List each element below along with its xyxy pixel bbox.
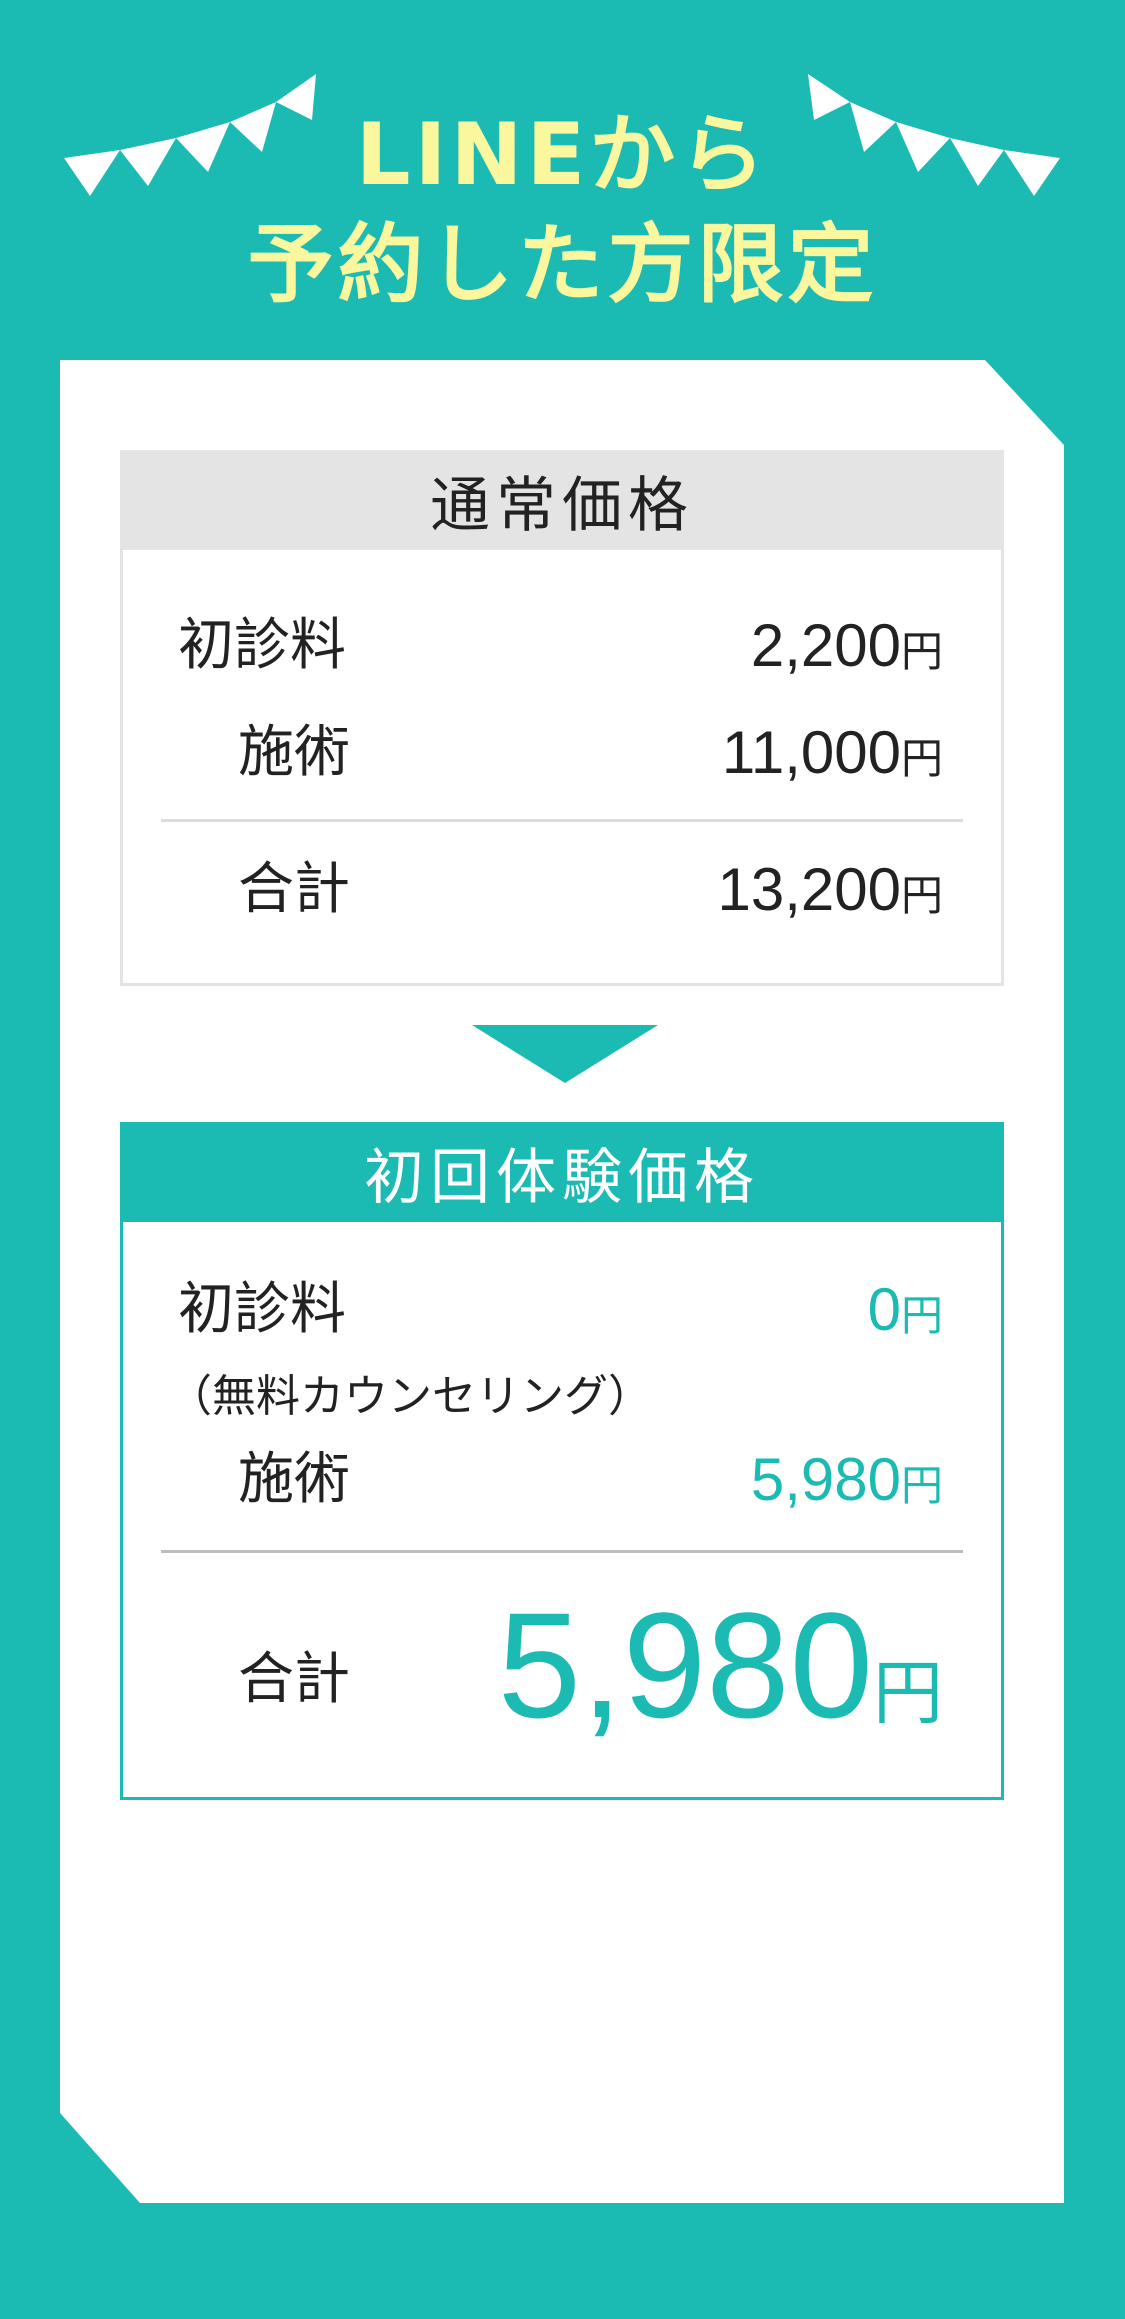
yen-unit: 円	[873, 1654, 943, 1732]
trial-treatment-label: 施術	[238, 1447, 350, 1512]
amount-value: 5,980	[497, 1581, 873, 1749]
trial-row-total: 合計 5,980円	[123, 1575, 1001, 1755]
trial-divider	[161, 1550, 963, 1553]
trial-price-title: 初回体験価格	[120, 1122, 1004, 1222]
down-arrow-icon	[472, 1025, 658, 1083]
trial-consultation-note: （無料カウンセリング）	[168, 1371, 652, 1422]
headline-line-1: LINEから	[355, 105, 770, 205]
trial-total-label: 合計	[238, 1647, 350, 1712]
regular-consultation-amount: 2,200円	[751, 601, 943, 707]
yen-unit: 円	[900, 1292, 943, 1339]
regular-divider	[161, 819, 963, 822]
regular-total-label: 合計	[238, 857, 350, 922]
trial-treatment-amount: 5,980円	[751, 1435, 943, 1541]
price-card: 通常価格 初診料 2,200円 施術 11,000円 合計 13,200円 初回…	[60, 360, 1064, 2203]
regular-consultation-label: 初診料	[178, 613, 346, 678]
regular-total-amount: 13,200円	[717, 845, 943, 951]
amount-value: 0	[867, 1276, 901, 1343]
regular-row-total: 合計 13,200円	[123, 845, 1001, 935]
yen-unit: 円	[900, 735, 943, 782]
trial-consultation-label: 初診料	[178, 1277, 346, 1342]
yen-unit: 円	[900, 628, 943, 675]
trial-row-treatment: 施術 5,980円	[123, 1435, 1001, 1525]
amount-value: 5,980	[750, 1446, 901, 1513]
amount-value: 2,200	[750, 612, 901, 679]
amount-value: 13,200	[717, 856, 901, 923]
trial-price-box: 初回体験価格 初診料 0円 （無料カウンセリング） 施術 5,980円 合計 5…	[120, 1122, 1004, 1800]
regular-treatment-amount: 11,000円	[722, 708, 943, 814]
regular-row-consultation: 初診料 2,200円	[123, 601, 1001, 691]
trial-consultation-amount: 0円	[868, 1265, 943, 1371]
yen-unit: 円	[900, 1462, 943, 1509]
headline-line-2: 予約した方限定	[247, 215, 878, 315]
trial-row-consultation: 初診料 0円	[123, 1265, 1001, 1355]
yen-unit: 円	[900, 872, 943, 919]
regular-row-treatment: 施術 11,000円	[123, 708, 1001, 798]
regular-price-box: 通常価格 初診料 2,200円 施術 11,000円 合計 13,200円	[120, 450, 1004, 986]
trial-total-amount: 5,980円	[498, 1575, 943, 1803]
amount-value: 11,000	[721, 719, 901, 786]
regular-price-title: 通常価格	[120, 450, 1004, 550]
regular-treatment-label: 施術	[238, 720, 350, 785]
